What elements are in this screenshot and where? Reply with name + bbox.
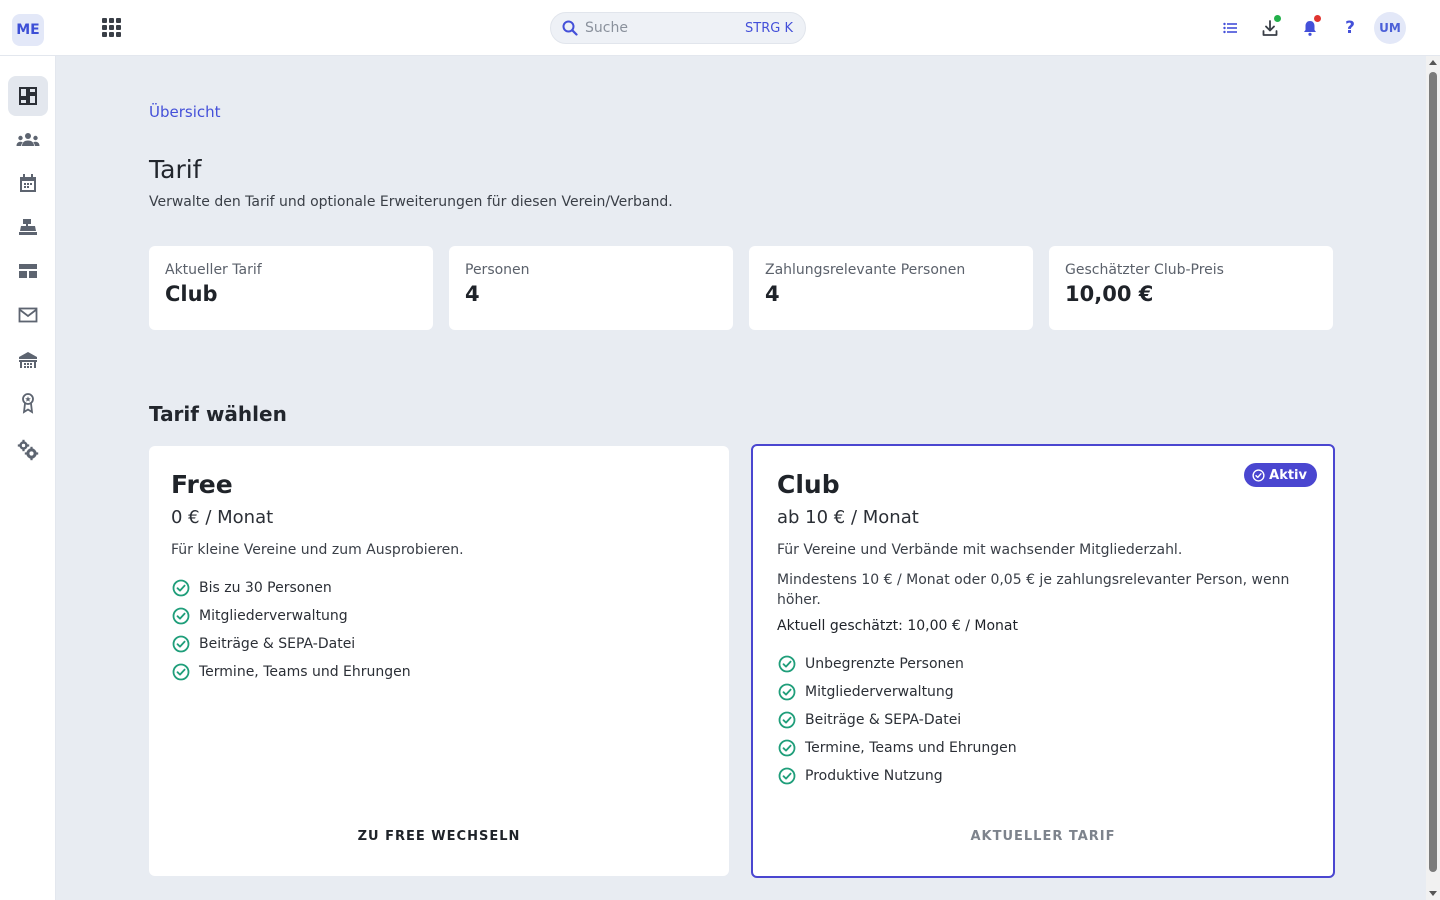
- register-icon: [19, 219, 37, 235]
- check-circle-icon: [171, 606, 191, 626]
- breadcrumb-overview[interactable]: Übersicht: [149, 103, 221, 121]
- stat-card-current-plan: Aktueller Tarif Club: [149, 246, 433, 330]
- stat-card-paying-persons: Zahlungsrelevante Personen 4: [749, 246, 1033, 330]
- feature-text: Mitgliederverwaltung: [805, 684, 954, 700]
- gears-icon: [17, 439, 39, 461]
- sidebar-item-mail[interactable]: [8, 295, 48, 335]
- list-item: Bis zu 30 Personen: [171, 574, 707, 602]
- stat-label: Personen: [465, 262, 530, 278]
- active-badge-label: Aktiv: [1269, 467, 1307, 483]
- check-circle-icon: [171, 578, 191, 598]
- page-scrollbar[interactable]: [1426, 56, 1440, 900]
- check-circle-icon: [777, 682, 797, 702]
- bell-icon[interactable]: [1290, 12, 1330, 44]
- active-badge: Aktiv: [1244, 463, 1317, 487]
- avatar[interactable]: UM: [1374, 12, 1406, 44]
- search-bar[interactable]: STRG K: [550, 12, 806, 44]
- search-shortcut: STRG K: [745, 20, 793, 36]
- download-indicator: [1274, 15, 1281, 22]
- feature-text: Bis zu 30 Personen: [199, 580, 332, 596]
- stat-value: 4: [465, 282, 480, 306]
- list-item: Mitgliederverwaltung: [171, 602, 707, 630]
- sidebar-item-awards[interactable]: [8, 383, 48, 423]
- scroll-down-arrow[interactable]: [1429, 891, 1437, 896]
- feature-text: Termine, Teams und Ehrungen: [199, 664, 411, 680]
- plan-price: ab 10 € / Monat: [777, 507, 919, 528]
- help-label: ?: [1345, 18, 1355, 38]
- check-circle-icon: [777, 738, 797, 758]
- top-bar: ME STRG K ? UM: [0, 0, 1440, 56]
- feature-list: Bis zu 30 Personen Mitgliederverwaltung …: [171, 574, 707, 686]
- calendar-icon: [20, 174, 36, 192]
- plan-description: Für Vereine und Verbände mit wachsender …: [777, 542, 1183, 558]
- stat-value: Club: [165, 282, 218, 306]
- page-title: Tarif: [149, 155, 202, 184]
- search-icon: [561, 19, 579, 37]
- table-icon: [19, 264, 37, 278]
- scrollbar-thumb[interactable]: [1429, 72, 1437, 872]
- page-subtitle: Verwalte den Tarif und optionale Erweite…: [149, 194, 673, 210]
- feature-text: Mitgliederverwaltung: [199, 608, 348, 624]
- sidebar-item-dashboard[interactable]: [8, 76, 48, 116]
- plan-card-free: Free 0 € / Monat Für kleine Vereine und …: [149, 446, 729, 876]
- sidebar-item-calendar[interactable]: [8, 163, 48, 203]
- scroll-up-arrow[interactable]: [1429, 60, 1437, 65]
- plan-name: Free: [171, 470, 233, 499]
- plan-estimate: Aktuell geschätzt: 10,00 € / Monat: [777, 618, 1018, 634]
- plan-card-club: Aktiv Club ab 10 € / Monat Für Vereine u…: [751, 444, 1335, 878]
- header-actions: ? UM: [1210, 12, 1406, 44]
- list-item: Unbegrenzte Personen: [777, 650, 1309, 678]
- people-icon: [16, 133, 40, 146]
- plan-price: 0 € / Monat: [171, 507, 274, 528]
- stat-value: 4: [765, 282, 780, 306]
- list-item: Mitgliederverwaltung: [777, 678, 1309, 706]
- download-icon[interactable]: [1250, 12, 1290, 44]
- feature-list: Unbegrenzte Personen Mitgliederverwaltun…: [777, 650, 1309, 790]
- stat-value: 10,00 €: [1065, 282, 1154, 306]
- sidebar-item-tables[interactable]: [8, 251, 48, 291]
- feature-text: Beiträge & SEPA-Datei: [199, 636, 356, 652]
- switch-to-free-button[interactable]: ZU FREE WECHSELN: [149, 829, 729, 844]
- feature-text: Termine, Teams und Ehrungen: [805, 740, 1017, 756]
- check-circle-icon: [777, 766, 797, 786]
- check-circle-icon: [777, 710, 797, 730]
- current-plan-button: AKTUELLER TARIF: [970, 829, 1116, 844]
- plan-description: Für kleine Vereine und zum Ausprobieren.: [171, 542, 464, 558]
- feature-text: Beiträge & SEPA-Datei: [805, 712, 962, 728]
- check-circle-icon: [777, 654, 797, 674]
- stat-label: Zahlungsrelevante Personen: [765, 262, 966, 278]
- mail-icon: [18, 307, 38, 323]
- bell-indicator: [1314, 15, 1321, 22]
- list-item: Termine, Teams und Ehrungen: [777, 734, 1309, 762]
- plan-pricing-note: Mindestens 10 € / Monat oder 0,05 € je z…: [777, 572, 1290, 608]
- sidebar-item-finance[interactable]: [8, 207, 48, 247]
- sidebar-item-settings[interactable]: [8, 430, 48, 470]
- stat-label: Geschätzter Club-Preis: [1065, 262, 1224, 278]
- list-item: Produktive Nutzung: [777, 762, 1309, 790]
- sidebar-item-people[interactable]: [8, 120, 48, 160]
- list-item: Beiträge & SEPA-Datei: [777, 706, 1309, 734]
- sidebar: [0, 56, 56, 900]
- building-icon: [19, 352, 37, 368]
- apps-grid-icon[interactable]: [100, 16, 124, 40]
- org-badge[interactable]: ME: [12, 14, 44, 46]
- list-item: Termine, Teams und Ehrungen: [171, 658, 707, 686]
- help-icon[interactable]: ?: [1330, 12, 1370, 44]
- section-title-choose-plan: Tarif wählen: [149, 402, 287, 426]
- stat-card-estimated-price: Geschätzter Club-Preis 10,00 €: [1049, 246, 1333, 330]
- plan-name: Club: [777, 470, 840, 499]
- sidebar-item-facilities[interactable]: [8, 340, 48, 380]
- list-icon[interactable]: [1210, 12, 1250, 44]
- stat-card-persons: Personen 4: [449, 246, 733, 330]
- feature-text: Unbegrenzte Personen: [805, 656, 964, 672]
- award-icon: [22, 393, 34, 414]
- check-circle-icon: [1252, 468, 1265, 482]
- feature-text: Produktive Nutzung: [805, 768, 943, 784]
- search-input[interactable]: [585, 20, 735, 36]
- dashboard-icon: [19, 87, 37, 105]
- list-item: Beiträge & SEPA-Datei: [171, 630, 707, 658]
- check-circle-icon: [171, 662, 191, 682]
- stat-label: Aktueller Tarif: [165, 262, 262, 278]
- check-circle-icon: [171, 634, 191, 654]
